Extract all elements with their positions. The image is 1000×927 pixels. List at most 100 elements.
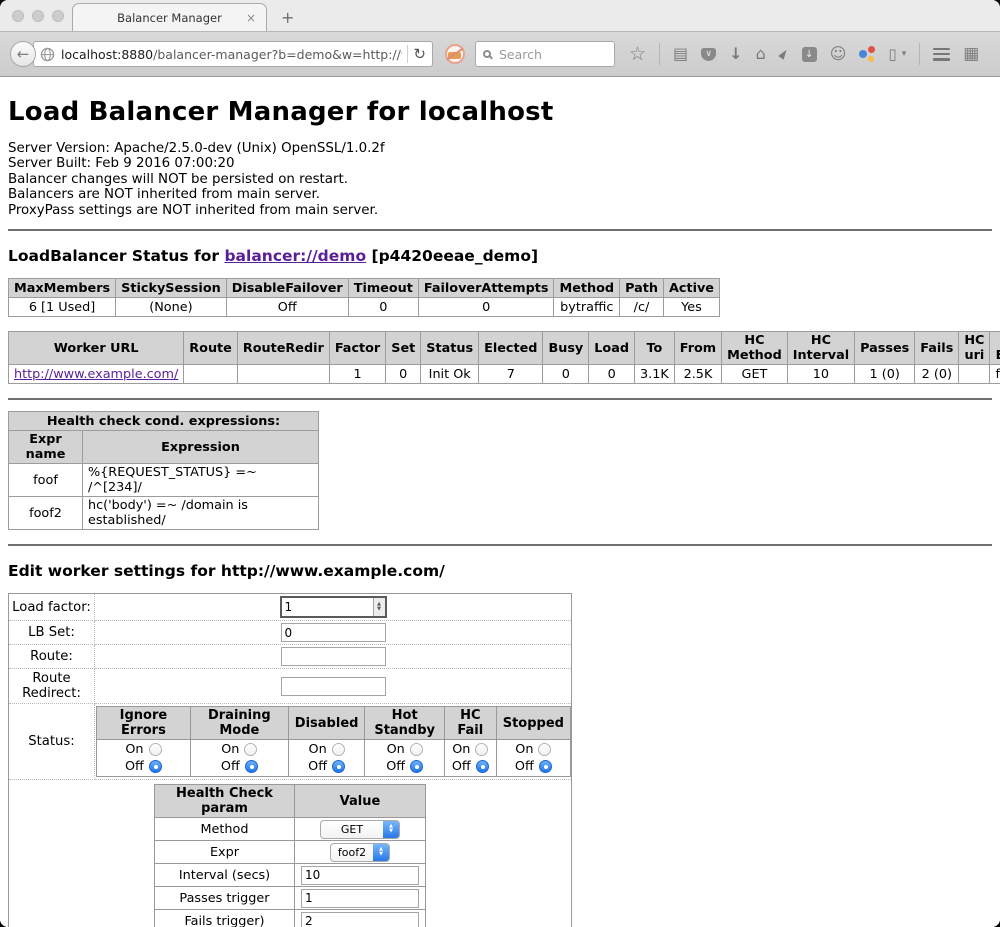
hc-fail-off-radio[interactable] [476, 760, 489, 773]
lb-status-heading: LoadBalancer Status for balancer://demo … [8, 247, 992, 265]
load-factor-input[interactable] [282, 598, 373, 616]
page-content: Load Balancer Manager for localhost Serv… [0, 77, 1000, 927]
tab-balancer-manager[interactable]: Balancer Manager × [72, 3, 267, 31]
hc-method-select[interactable]: GET▲▼ [320, 820, 400, 839]
tab-title: Balancer Manager [117, 11, 222, 25]
ignore-errors-on-radio[interactable] [149, 743, 162, 756]
navigation-toolbar: ← localhost:8880/balancer-manager?b=demo… [0, 31, 1000, 77]
divider [8, 398, 992, 400]
url-divider [407, 45, 408, 63]
home-icon[interactable]: ⌂ [756, 46, 766, 62]
minimize-window-button[interactable] [32, 10, 44, 22]
forum-smiley-icon[interactable]: ☺ [830, 46, 847, 62]
stopped-on-radio[interactable] [538, 743, 551, 756]
form-row-route: Route: [9, 645, 572, 669]
edit-worker-form: Load factor: ▲▼ LB Set: Route: Route Red… [8, 593, 572, 927]
field-label: Load factor: [9, 594, 95, 621]
inherit-notice-line: Balancers are NOT inherited from main se… [8, 187, 992, 202]
toolbar-divider [659, 43, 660, 65]
divider [8, 544, 992, 546]
balancer-status-table: MaxMembers StickySession DisableFailover… [8, 278, 720, 317]
lb-set-input[interactable] [281, 623, 386, 642]
form-row-route-redirect: Route Redirect: [9, 669, 572, 704]
form-row-load-factor: Load factor: ▲▼ [9, 594, 572, 621]
field-label: Route Redirect: [9, 669, 95, 704]
toolbar-icons: ☆ ▤ ∨ ↓ ⌂ ► ↓ ☺ ▯ ▾ ▦ [629, 43, 979, 65]
search-bar[interactable] [475, 41, 615, 67]
stopped-off-radio[interactable] [539, 760, 552, 773]
battery-widget-icon[interactable]: ▯ [888, 46, 896, 62]
tab-close-icon[interactable]: × [246, 11, 256, 25]
load-factor-field[interactable]: ▲▼ [280, 596, 387, 618]
close-window-button[interactable] [12, 10, 24, 22]
back-button[interactable]: ← [10, 41, 36, 67]
hc-expressions-table: Health check cond. expressions: Expr nam… [8, 411, 319, 530]
number-stepper-icon[interactable]: ▲▼ [373, 598, 385, 616]
globe-icon [40, 47, 55, 62]
window-controls[interactable] [12, 10, 64, 22]
page-title: Load Balancer Manager for localhost [8, 97, 992, 127]
adblock-disabled-icon[interactable] [445, 44, 465, 64]
server-info: Server Version: Apache/2.5.0-dev (Unix) … [8, 141, 992, 218]
tiles-icon[interactable]: ▦ [963, 46, 979, 62]
form-row-health-params: Health Check param Value Method GET▲▼ Ex… [9, 780, 572, 927]
route-input[interactable] [281, 647, 386, 666]
edit-worker-heading: Edit worker settings for http://www.exam… [8, 562, 992, 580]
save-page-icon[interactable]: ↓ [802, 47, 817, 62]
hc-fail-on-radio[interactable] [475, 743, 488, 756]
menu-icon[interactable] [933, 48, 950, 61]
field-label: Route: [9, 645, 95, 669]
hot-standby-on-radio[interactable] [410, 743, 423, 756]
draining-mode-off-radio[interactable] [245, 760, 258, 773]
pocket-icon[interactable]: ∨ [701, 48, 716, 61]
status-radios-table: Ignore Errors Draining Mode Disabled Hot… [96, 706, 571, 777]
hc-fails-label: Fails trigger) [155, 910, 295, 927]
browser-window: Balancer Manager × + ← localhost:8880/ba… [0, 0, 1000, 927]
ignore-errors-off-radio[interactable] [149, 760, 162, 773]
bookmark-star-icon[interactable]: ☆ [629, 46, 646, 62]
worker-status-table: Worker URL Route RouteRedir Factor Set S… [8, 331, 1000, 384]
balancer-demo-link[interactable]: balancer://demo [224, 247, 366, 265]
search-input[interactable] [497, 46, 587, 63]
select-stepper-icon: ▲▼ [373, 843, 389, 862]
downloads-icon[interactable]: ↓ [729, 46, 742, 62]
hc-fails-input[interactable] [301, 912, 419, 927]
hc-interval-input[interactable] [301, 866, 419, 885]
url-text[interactable]: localhost:8880/balancer-manager?b=demo&w… [61, 47, 402, 62]
new-tab-button[interactable]: + [281, 8, 294, 27]
url-bar[interactable]: localhost:8880/balancer-manager?b=demo&w… [33, 41, 433, 67]
chevron-down-icon[interactable]: ▾ [902, 46, 907, 62]
health-check-table: Health Check param Value Method GET▲▼ Ex… [154, 784, 426, 927]
url-host: localhost:8880 [61, 47, 153, 62]
divider [8, 229, 992, 231]
toolbar-divider [919, 43, 920, 65]
form-row-status: Status: Ignore Errors Draining Mode Disa… [9, 704, 572, 780]
reload-icon[interactable]: ↻ [413, 45, 426, 63]
url-path: /balancer-manager?b=demo&w=http://www.ex… [153, 47, 402, 62]
extension-dots-icon[interactable] [859, 46, 875, 62]
status-label: Status: [9, 704, 95, 780]
disabled-off-radio[interactable] [332, 760, 345, 773]
form-row-lb-set: LB Set: [9, 621, 572, 645]
worker-url-link[interactable]: http://www.example.com/ [14, 367, 178, 382]
hot-standby-off-radio[interactable] [410, 760, 423, 773]
zoom-window-button[interactable] [52, 10, 64, 22]
hc-expr-label: Expr [155, 841, 295, 864]
table-row: foof %{REQUEST_STATUS} =~ /^[234]/ [9, 464, 319, 497]
disabled-on-radio[interactable] [332, 743, 345, 756]
reading-list-icon[interactable]: ▤ [673, 46, 688, 62]
draining-mode-on-radio[interactable] [244, 743, 257, 756]
route-redirect-input[interactable] [281, 677, 386, 696]
table-row: http://www.example.com/ 1 0 Init Ok 7 0 … [9, 365, 1000, 384]
hc-passes-label: Passes trigger [155, 887, 295, 910]
server-version-line: Server Version: Apache/2.5.0-dev (Unix) … [8, 141, 992, 156]
table-row: foof2 hc('body') =~ /domain is establish… [9, 497, 319, 530]
hc-passes-input[interactable] [301, 889, 419, 908]
persist-notice-line: Balancer changes will NOT be persisted o… [8, 172, 992, 187]
send-tab-icon[interactable]: ► [774, 45, 793, 62]
hc-method-label: Method [155, 818, 295, 841]
proxypass-notice-line: ProxyPass settings are NOT inherited fro… [8, 203, 992, 218]
select-stepper-icon: ▲▼ [383, 820, 399, 839]
hc-expr-select[interactable]: foof2▲▼ [330, 843, 390, 862]
hc-interval-label: Interval (secs) [155, 864, 295, 887]
